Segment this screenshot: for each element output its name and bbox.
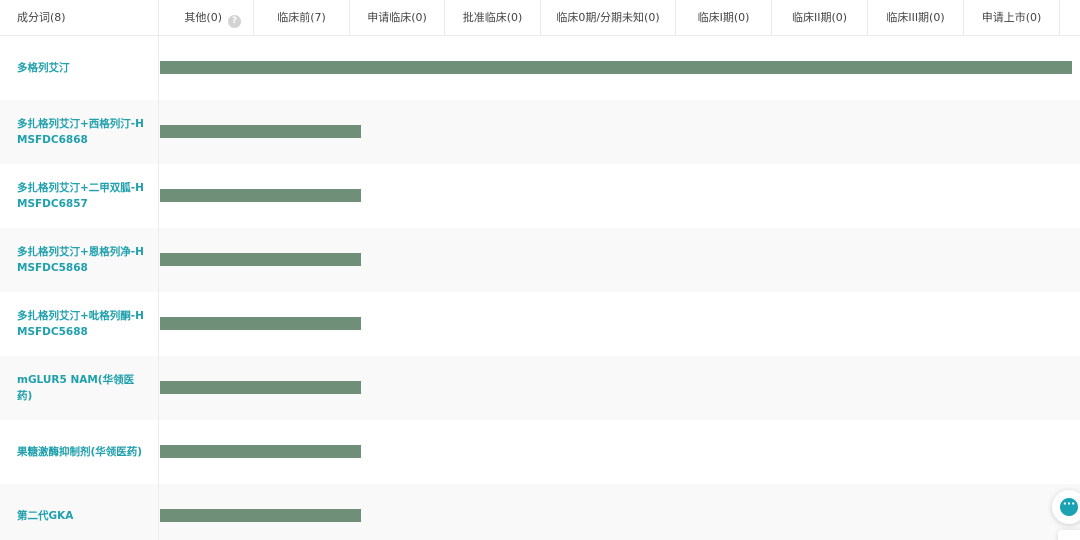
component-label: 多扎格列艾汀+恩格列净-HMSFDC5868 xyxy=(17,246,144,274)
table-row: 多格列艾汀 xyxy=(0,36,1080,100)
table-row: 多扎格列艾汀+二甲双胍-HMSFDC6857 xyxy=(0,164,1080,228)
component-label: 多扎格列艾汀+西格列汀-HMSFDC6868 xyxy=(17,118,144,146)
header-phase-label: 其他(0) xyxy=(184,11,222,24)
component-link[interactable]: 多格列艾汀 xyxy=(0,36,159,100)
header-phase-ind-application: 申请临床(0) xyxy=(350,0,445,36)
component-link[interactable]: 多扎格列艾汀+西格列汀-HMSFDC6868 xyxy=(0,100,159,164)
header-phase-0-unknown: 临床0期/分期未知(0) xyxy=(541,0,676,36)
component-link[interactable]: 第二代GKA xyxy=(0,484,159,540)
header-phase-ind-approved: 批准临床(0) xyxy=(445,0,541,36)
phase-bar xyxy=(160,509,361,522)
phase-bar xyxy=(160,61,1072,74)
table-row: 果糖激酶抑制剂(华领医药) xyxy=(0,420,1080,484)
phase-bar xyxy=(160,445,361,458)
help-icon[interactable]: ? xyxy=(228,15,241,28)
table-header: 成分词(8) 其他(0)? 临床前(7) 申请临床(0) 批准临床(0) 临床0… xyxy=(0,0,1080,36)
table-row: 多扎格列艾汀+吡格列酮-HMSFDC5688 xyxy=(0,292,1080,356)
component-label: 多扎格列艾汀+吡格列酮-HMSFDC5688 xyxy=(17,310,144,338)
component-label: 果糖激酶抑制剂(华领医药) xyxy=(17,446,143,458)
header-phase-other: 其他(0)? xyxy=(159,0,254,36)
phase-bar xyxy=(160,253,361,266)
component-label: 多扎格列艾汀+二甲双胍-HMSFDC6857 xyxy=(17,182,144,210)
header-phase-preclinical: 临床前(7) xyxy=(254,0,350,36)
pipeline-table: 成分词(8) 其他(0)? 临床前(7) 申请临床(0) 批准临床(0) 临床0… xyxy=(0,0,1080,540)
component-link[interactable]: 多扎格列艾汀+恩格列净-HMSFDC5868 xyxy=(0,228,159,292)
table-row: 多扎格列艾汀+恩格列净-HMSFDC5868 xyxy=(0,228,1080,292)
component-label: 第二代GKA xyxy=(17,510,74,522)
component-label: 多格列艾汀 xyxy=(17,62,70,74)
header-phase-2: 临床II期(0) xyxy=(772,0,868,36)
component-label: mGLUR5 NAM(华领医药) xyxy=(17,374,135,402)
component-link[interactable]: 多扎格列艾汀+吡格列酮-HMSFDC5688 xyxy=(0,292,159,356)
phase-bar xyxy=(160,317,361,330)
table-row: mGLUR5 NAM(华领医药) xyxy=(0,356,1080,420)
header-component-col: 成分词(8) xyxy=(0,0,159,36)
phase-bar xyxy=(160,189,361,202)
table-row: 第二代GKA xyxy=(0,484,1080,540)
chat-button[interactable]: ··· xyxy=(1052,490,1080,524)
header-phase-nda: 申请上市(0) xyxy=(964,0,1060,36)
phase-bar xyxy=(160,381,361,394)
component-link[interactable]: 果糖激酶抑制剂(华领医药) xyxy=(0,420,159,484)
component-link[interactable]: mGLUR5 NAM(华领医药) xyxy=(0,356,159,420)
header-phase-1: 临床I期(0) xyxy=(676,0,772,36)
component-link[interactable]: 多扎格列艾汀+二甲双胍-HMSFDC6857 xyxy=(0,164,159,228)
chat-icon: ··· xyxy=(1060,498,1078,516)
header-phase-3: 临床III期(0) xyxy=(868,0,964,36)
side-tool-button[interactable] xyxy=(1058,530,1080,540)
phase-bar xyxy=(160,125,361,138)
table-row: 多扎格列艾汀+西格列汀-HMSFDC6868 xyxy=(0,100,1080,164)
